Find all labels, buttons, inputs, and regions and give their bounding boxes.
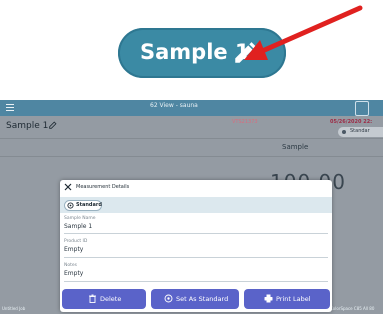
close-icon[interactable]: [64, 183, 72, 191]
timestamp: 05/26/2020 22:: [330, 119, 373, 125]
column-header-sample: Sample: [282, 143, 309, 151]
edit-pencil-icon[interactable]: [48, 120, 58, 130]
divider: [0, 156, 383, 157]
print-label-button-label: Print Label: [276, 295, 311, 303]
field-underline: [64, 257, 328, 258]
delete-button-label: Delete: [100, 295, 122, 303]
standard-pill-label: Standar: [350, 128, 370, 134]
topbar-title: 62 View - sauna: [150, 102, 198, 109]
sample-name-label: Sample Name: [64, 216, 96, 221]
standard-icon: [67, 202, 74, 209]
trash-icon: [89, 294, 96, 303]
standard-dot-icon: [342, 130, 346, 134]
product-id-field[interactable]: Empty: [64, 246, 83, 253]
divider: [0, 138, 383, 139]
set-as-standard-label: Set As Standard: [176, 295, 229, 303]
dialog-title: Measurement Details: [76, 184, 130, 190]
menu-icon[interactable]: [6, 103, 14, 112]
sample-name-field[interactable]: Sample 1: [64, 223, 92, 230]
notes-label: Notes: [64, 263, 77, 268]
field-underline: [64, 233, 328, 234]
standard-icon: [164, 294, 173, 303]
product-id-label: Product ID: [64, 239, 88, 244]
field-underline: [64, 281, 328, 282]
standard-chip-label: Standard: [76, 202, 102, 208]
footer-status: ColorSpace C85 All 80: [330, 306, 375, 311]
instrument-id: VTS21373: [232, 119, 258, 125]
printer-icon: [264, 294, 273, 303]
share-icon[interactable]: [355, 101, 369, 116]
notes-field[interactable]: Empty: [64, 270, 83, 277]
red-arrow-annotation: [244, 5, 363, 60]
footer-job-name: Untitled Job: [2, 306, 26, 311]
sample-header: Sample 1: [6, 121, 49, 131]
